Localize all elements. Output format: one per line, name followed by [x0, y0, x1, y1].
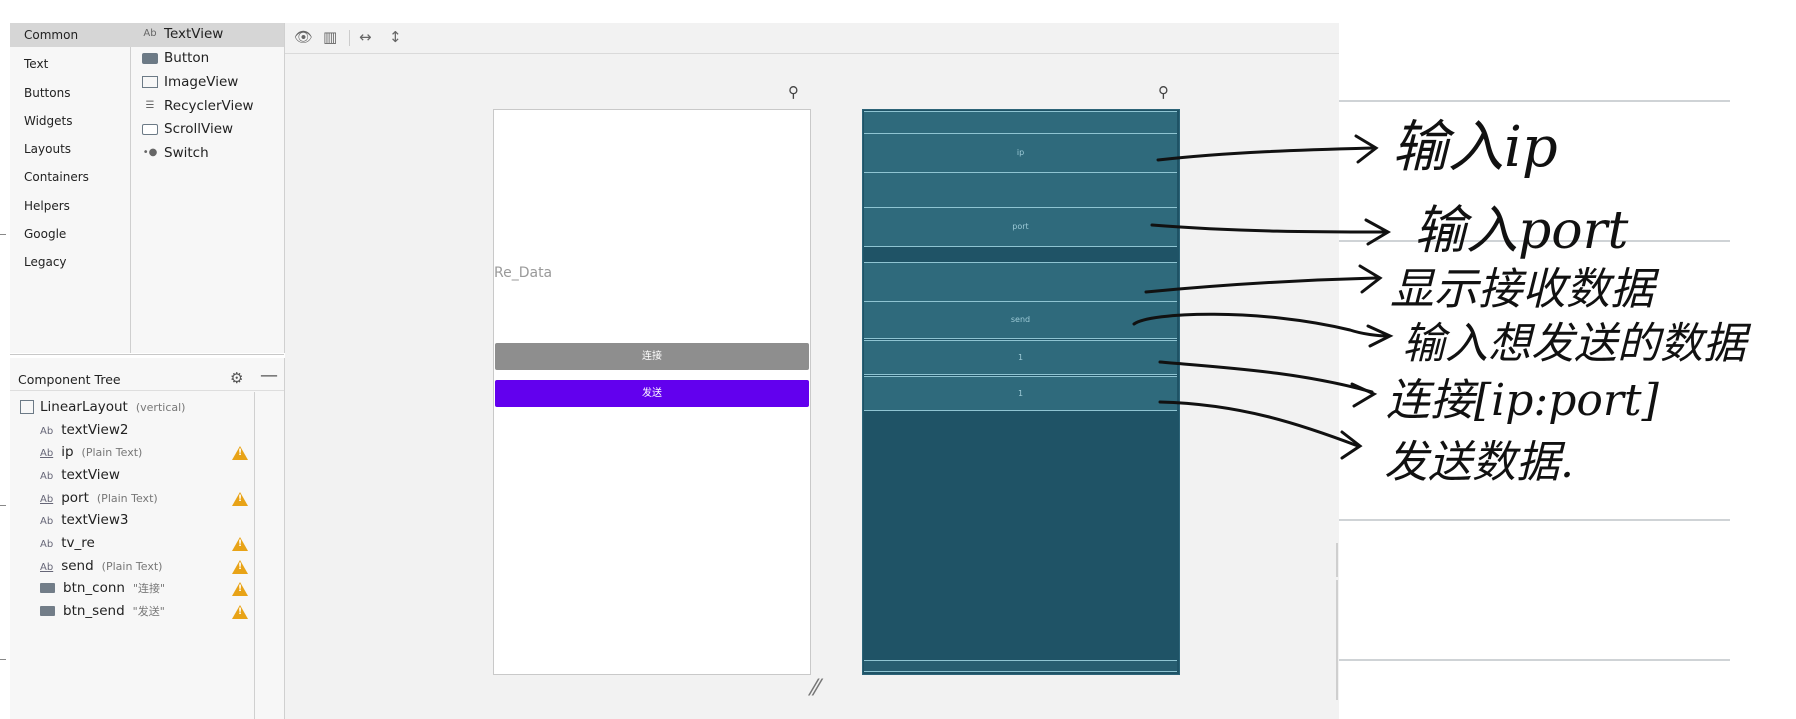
arrow-to-send [1158, 400, 1360, 448]
arrow-to-receive [1144, 276, 1378, 294]
annotation-port: 输入port [1414, 201, 1629, 261]
arrow-to-sendinput [1132, 312, 1390, 338]
annotation-connect: 连接[ip:port] [1386, 375, 1659, 426]
arrow-to-ip [1156, 146, 1374, 162]
annotation-ip: 输入ip [1392, 115, 1558, 180]
annotation-sendinput: 输入想发送的数据 [1402, 319, 1746, 369]
annotation-send: 发送数据. [1384, 437, 1574, 488]
arrow-to-port [1150, 223, 1386, 234]
arrowhead [1340, 430, 1363, 460]
arrow-to-connect [1158, 360, 1374, 394]
annotation-receive: 显示接收数据 [1390, 264, 1654, 315]
